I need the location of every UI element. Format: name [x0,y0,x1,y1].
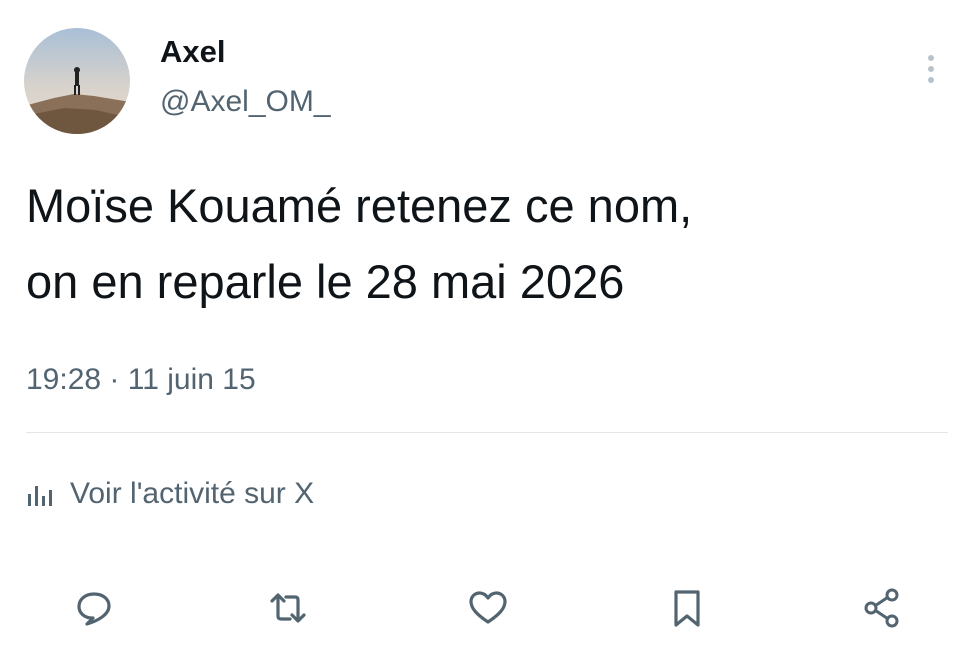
avatar-image [24,28,130,134]
more-vertical-icon [928,55,934,83]
user-name[interactable]: Axel [160,32,225,72]
tweet-text: Moïse Kouamé retenez ce nom, on en repar… [26,179,693,308]
share-icon [864,588,899,628]
share-button[interactable] [852,578,912,638]
heart-icon [469,591,507,624]
retweet-button[interactable] [258,578,318,638]
tweet-timestamp[interactable]: 19:28 · 11 juin 15 [26,360,256,400]
meta-separator: · [101,363,128,396]
reply-button[interactable] [64,578,124,638]
more-options-button[interactable] [918,50,944,88]
like-button[interactable] [458,578,518,638]
bookmark-button[interactable] [657,578,717,638]
action-bar [0,578,975,638]
tweet-date: 11 juin 15 [127,363,256,396]
divider [26,432,948,433]
tweet-time: 19:28 [26,363,102,396]
user-handle[interactable]: @Axel_OM_ [160,82,331,122]
avatar[interactable] [24,28,130,134]
view-activity-label: Voir l'activité sur X [70,477,315,510]
tweet-card: Axel @Axel_OM_ Moïse Kouamé retenez ce n… [0,0,975,667]
retweet-icon [270,593,306,623]
reply-icon [77,592,111,626]
bookmark-icon [674,590,700,627]
view-activity-link[interactable]: Voir l'activité sur X [26,472,314,516]
analytics-icon [28,486,52,506]
